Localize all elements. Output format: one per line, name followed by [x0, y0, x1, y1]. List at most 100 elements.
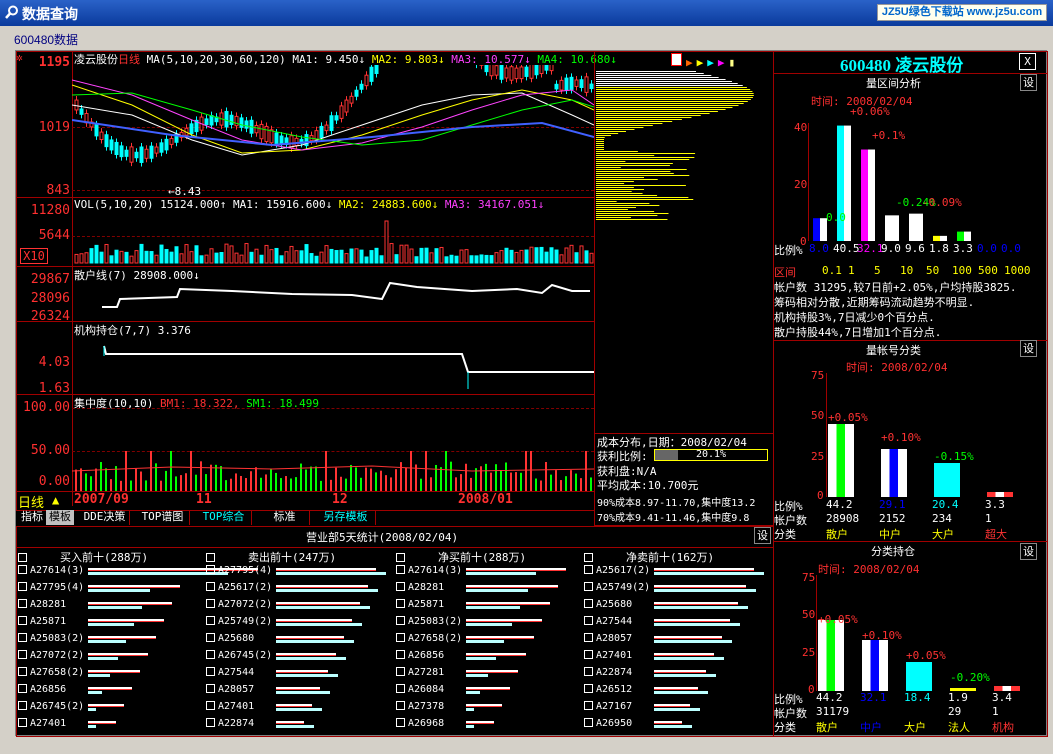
- broker-bar-cyan: [654, 640, 732, 643]
- hold-class-value: 机构: [992, 721, 1014, 734]
- row-checkbox[interactable]: [396, 599, 405, 608]
- volume-bar: [129, 255, 134, 264]
- volume-bar: [189, 251, 194, 264]
- row-checkbox[interactable]: [396, 565, 405, 574]
- tab-top-chart[interactable]: TOP谱图: [136, 510, 190, 525]
- concentration-bar: [230, 478, 232, 491]
- triangle-up-icon[interactable]: ▲: [52, 493, 59, 507]
- concentration-bar: [505, 462, 507, 491]
- broker-bar-red: [654, 704, 690, 707]
- volume-bar: [459, 249, 464, 264]
- row-checkbox[interactable]: [18, 667, 27, 676]
- broker-row: A22874: [206, 718, 254, 729]
- tab-indicator[interactable]: 指标: [18, 510, 46, 525]
- broker-bar-cyan: [276, 657, 346, 660]
- broker-account: A25617(2): [218, 582, 273, 593]
- retail-tick-low: 26324: [30, 309, 70, 324]
- hold-class-value: 散户: [816, 721, 838, 734]
- row-checkbox[interactable]: [396, 616, 405, 625]
- row-checkbox[interactable]: [206, 650, 215, 659]
- acct-y-75: 75: [811, 369, 825, 382]
- row-checkbox[interactable]: [584, 633, 593, 642]
- select-all-checkbox[interactable]: [396, 553, 405, 562]
- range-range-label: 区间: [774, 266, 796, 279]
- doc-icon[interactable]: [671, 53, 682, 66]
- acct-ratio-value: 3.3: [985, 498, 1005, 511]
- row-checkbox[interactable]: [18, 633, 27, 642]
- row-checkbox[interactable]: [18, 718, 27, 727]
- flag-yellow-icon[interactable]: ▶: [697, 56, 704, 69]
- row-checkbox[interactable]: [206, 718, 215, 727]
- flag-cyan-icon[interactable]: ▶: [707, 56, 714, 69]
- volume-bar: [259, 254, 264, 264]
- cost-bar: [596, 89, 751, 90]
- row-checkbox[interactable]: [584, 616, 593, 625]
- page-icon[interactable]: ▮: [729, 56, 736, 69]
- range-bar: [933, 235, 940, 241]
- volume-bar: [424, 247, 429, 264]
- vol-scale-button[interactable]: X10: [20, 248, 48, 264]
- row-checkbox[interactable]: [396, 633, 405, 642]
- hold-settings-button[interactable]: 设: [1020, 543, 1037, 560]
- row-checkbox[interactable]: [206, 582, 215, 591]
- concentration-bar: [190, 451, 192, 491]
- tab-template[interactable]: 模板: [46, 510, 74, 525]
- row-checkbox[interactable]: [206, 684, 215, 693]
- row-checkbox[interactable]: [396, 684, 405, 693]
- tab-standard[interactable]: 标准: [260, 510, 310, 525]
- broker-settings-button[interactable]: 设: [754, 527, 771, 544]
- row-checkbox[interactable]: [584, 599, 593, 608]
- row-checkbox[interactable]: [396, 718, 405, 727]
- row-checkbox[interactable]: [396, 701, 405, 710]
- volume-bar: [419, 247, 424, 264]
- broker-bar-red: [466, 636, 534, 639]
- row-checkbox[interactable]: [584, 650, 593, 659]
- row-checkbox[interactable]: [396, 582, 405, 591]
- row-checkbox[interactable]: [584, 701, 593, 710]
- row-checkbox[interactable]: [584, 565, 593, 574]
- cost-bar: [596, 149, 604, 150]
- row-checkbox[interactable]: [396, 650, 405, 659]
- select-all-checkbox[interactable]: [206, 553, 215, 562]
- broker-bar-red: [466, 670, 518, 673]
- row-checkbox[interactable]: [206, 599, 215, 608]
- row-checkbox[interactable]: [18, 684, 27, 693]
- broker-account: A25680: [218, 633, 255, 644]
- row-checkbox[interactable]: [18, 650, 27, 659]
- row-checkbox[interactable]: [584, 582, 593, 591]
- tab-dde[interactable]: DDE决策: [80, 510, 130, 525]
- flag-magenta-icon[interactable]: ▶: [718, 56, 725, 69]
- row-checkbox[interactable]: [18, 701, 27, 710]
- acct-pct-label: -0.15%: [934, 450, 974, 463]
- row-checkbox[interactable]: [396, 667, 405, 676]
- tab-top-summary[interactable]: TOP综合: [196, 510, 252, 525]
- row-checkbox[interactable]: [584, 684, 593, 693]
- row-checkbox[interactable]: [206, 565, 215, 574]
- row-checkbox[interactable]: [584, 718, 593, 727]
- concentration-bar: [445, 451, 447, 491]
- range-settings-button[interactable]: 设: [1020, 74, 1037, 91]
- volume-bar: [549, 247, 554, 264]
- close-button[interactable]: X: [1019, 53, 1036, 70]
- tab-save-template[interactable]: 另存模板: [316, 510, 376, 525]
- flag-orange-icon[interactable]: ▶: [686, 56, 693, 69]
- acct-settings-button[interactable]: 设: [1020, 340, 1037, 357]
- broker-bar-cyan: [466, 640, 504, 643]
- range-bar: [861, 149, 868, 241]
- cost-bar: [596, 205, 660, 206]
- volume-bar: [74, 253, 79, 264]
- concentration-bar: [200, 461, 202, 491]
- row-checkbox[interactable]: [206, 616, 215, 625]
- row-checkbox[interactable]: [18, 599, 27, 608]
- row-checkbox[interactable]: [206, 667, 215, 676]
- row-checkbox[interactable]: [206, 633, 215, 642]
- select-all-checkbox[interactable]: [584, 553, 593, 562]
- row-checkbox[interactable]: [18, 616, 27, 625]
- row-checkbox[interactable]: [18, 582, 27, 591]
- row-checkbox[interactable]: [584, 667, 593, 676]
- row-checkbox[interactable]: [206, 701, 215, 710]
- cost-bar: [596, 183, 625, 184]
- cost-bar: [596, 121, 673, 122]
- select-all-checkbox[interactable]: [18, 553, 27, 562]
- row-checkbox[interactable]: [18, 565, 27, 574]
